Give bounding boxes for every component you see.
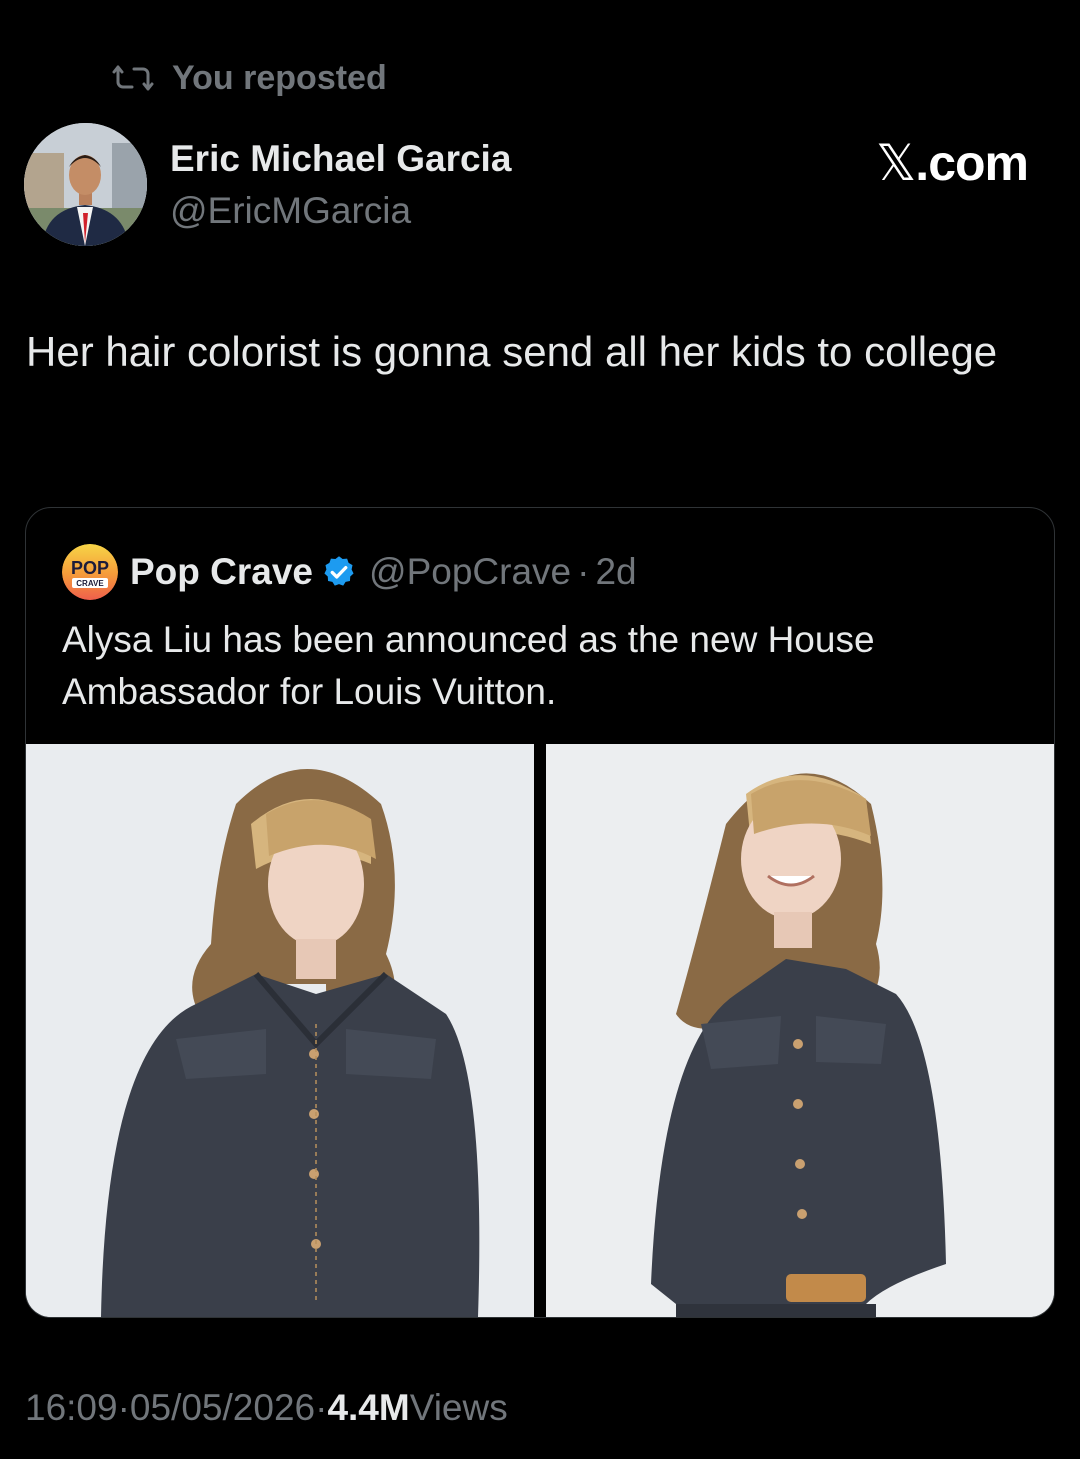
tweet-text: Her hair colorist is gonna send all her … xyxy=(26,328,998,375)
quoted-tweet[interactable]: POP CRAVE Pop Crave @PopCrave · 2d Alysa… xyxy=(25,507,1055,1318)
quoted-tweet-age[interactable]: 2d xyxy=(595,551,636,593)
repost-label: You reposted xyxy=(172,58,387,97)
crave-logo-text: CRAVE xyxy=(76,579,104,588)
tweet-date[interactable]: 05/05/2026 xyxy=(130,1387,315,1429)
repost-icon xyxy=(112,65,154,91)
verified-badge-icon xyxy=(324,556,354,586)
repost-indicator: You reposted xyxy=(112,58,387,98)
author-avatar[interactable] xyxy=(24,123,147,246)
separator-dot: · xyxy=(315,1387,328,1428)
pop-logo-text: POP xyxy=(71,558,109,578)
views-count: 4.4M xyxy=(327,1387,410,1428)
tweet-time[interactable]: 16:09 xyxy=(25,1387,118,1429)
media-photo-1[interactable] xyxy=(26,744,534,1317)
quoted-tweet-header: POP CRAVE Pop Crave @PopCrave · 2d xyxy=(62,544,637,600)
quoted-author-handle[interactable]: @PopCrave xyxy=(369,551,571,593)
pop-crave-avatar[interactable]: POP CRAVE xyxy=(62,544,118,600)
author-name[interactable]: Eric Michael Garcia xyxy=(170,138,511,180)
media-grid xyxy=(26,744,1054,1317)
quoted-author-name[interactable]: Pop Crave xyxy=(130,551,313,593)
separator-dot: · xyxy=(577,551,590,592)
x-com-watermark: 𝕏.com xyxy=(876,134,1029,192)
views-label: Views xyxy=(409,1387,508,1428)
separator-dot: · xyxy=(117,1387,130,1428)
author-handle[interactable]: @EricMGarcia xyxy=(170,190,411,232)
brand-suffix: .com xyxy=(915,135,1029,191)
x-logo-icon: 𝕏 xyxy=(876,134,916,192)
tweet-metadata: 16:09 · 05/05/2026 · 4.4M Views xyxy=(25,1387,508,1429)
quoted-tweet-text: Alysa Liu has been announced as the new … xyxy=(62,619,875,712)
media-photo-2[interactable] xyxy=(546,744,1054,1317)
